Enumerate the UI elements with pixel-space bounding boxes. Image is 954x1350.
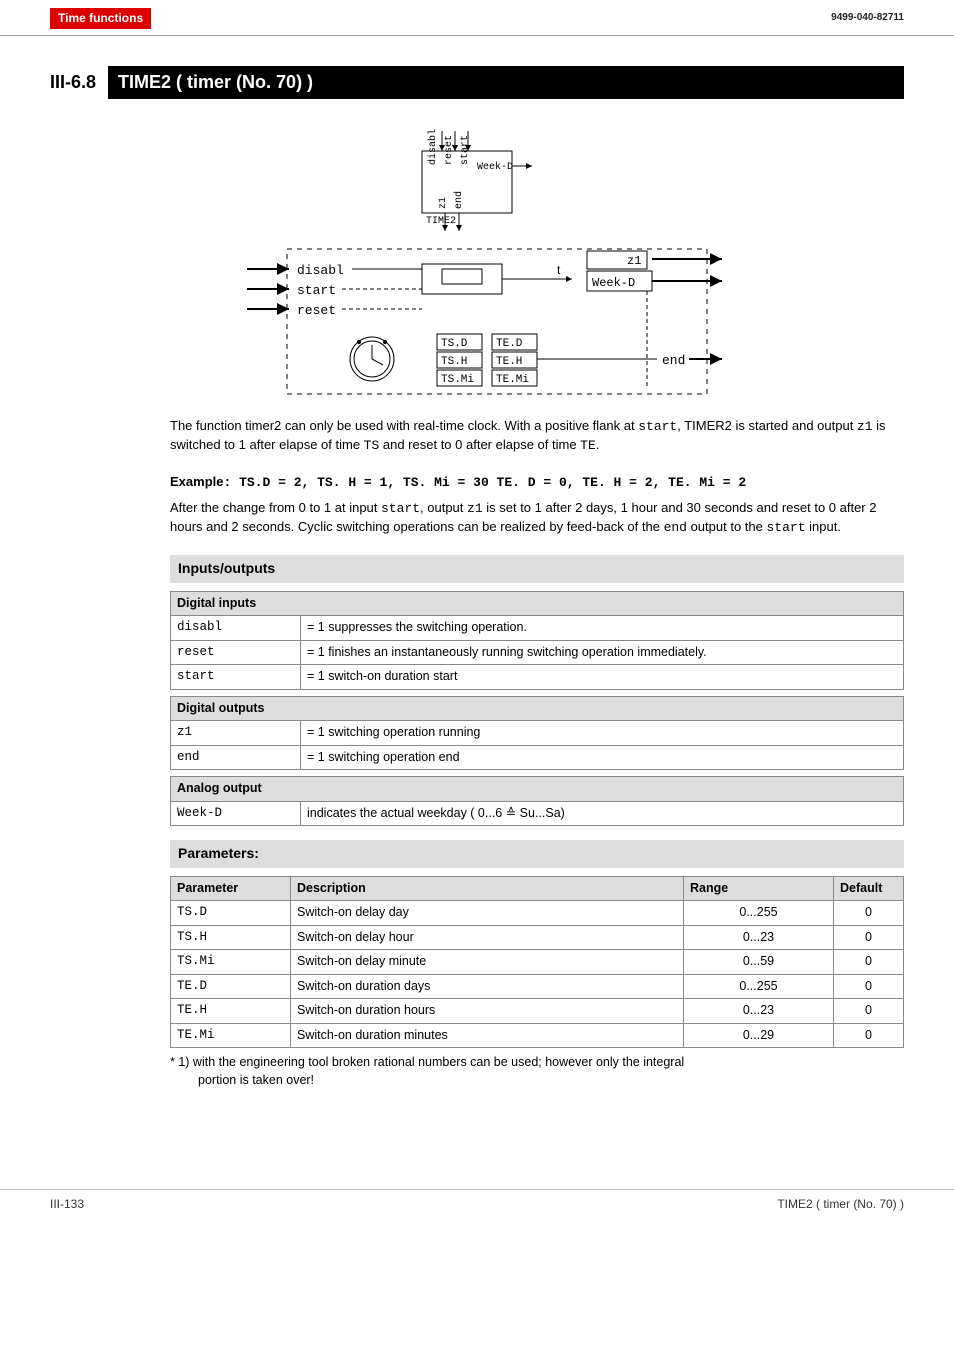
digital-outputs-table: Digital outputs z1= 1 switching operatio… xyxy=(170,696,904,771)
svg-text:disabl: disabl xyxy=(427,129,439,165)
table-row: end= 1 switching operation end xyxy=(171,745,904,770)
table-row: TE.MiSwitch-on duration minutes0...290 xyxy=(171,1023,904,1048)
col-parameter: Parameter xyxy=(171,876,291,901)
svg-text:Week-D: Week-D xyxy=(592,276,635,290)
svg-text:TE.D: TE.D xyxy=(496,338,523,350)
table-row: start= 1 switch-on duration start xyxy=(171,665,904,690)
col-default: Default xyxy=(834,876,904,901)
svg-text:end: end xyxy=(662,353,685,368)
table-row: TS.MiSwitch-on delay minute0...590 xyxy=(171,950,904,975)
digital-inputs-table: Digital inputs disabl= 1 suppresses the … xyxy=(170,591,904,690)
example-heading: Example: TS.D = 2, TS. H = 1, TS. Mi = 3… xyxy=(170,473,904,492)
svg-text:end: end xyxy=(453,191,465,209)
svg-text:z1: z1 xyxy=(438,197,449,209)
svg-text:TS.Mi: TS.Mi xyxy=(441,374,474,386)
svg-text:TS.H: TS.H xyxy=(441,356,467,368)
page-header: Time functions 9499-040-82711 xyxy=(0,0,954,36)
svg-text:TS.D: TS.D xyxy=(441,338,468,350)
section-title: TIME2 ( timer (No. 70) ) xyxy=(108,66,904,99)
svg-text:start: start xyxy=(460,135,471,165)
table-row: TS.HSwitch-on delay hour0...230 xyxy=(171,925,904,950)
do-header: Digital outputs xyxy=(171,696,904,721)
section-heading: III-6.8 TIME2 ( timer (No. 70) ) xyxy=(50,66,904,99)
diagram-container: TIME2 disabl reset start Week-D z1 end xyxy=(50,119,904,399)
svg-text:Week-D: Week-D xyxy=(477,161,513,173)
col-description: Description xyxy=(291,876,684,901)
svg-text:z1: z1 xyxy=(627,254,641,268)
svg-text:disabl: disabl xyxy=(297,263,344,278)
col-range: Range xyxy=(684,876,834,901)
svg-text:TE.H: TE.H xyxy=(496,356,522,368)
footer-left: III-133 xyxy=(50,1196,84,1213)
section-number: III-6.8 xyxy=(50,66,108,99)
header-category: Time functions xyxy=(50,8,151,29)
ao-header: Analog output xyxy=(171,777,904,802)
intro-paragraph: The function timer2 can only be used wit… xyxy=(170,417,904,455)
footnote: * 1) with the engineering tool broken ra… xyxy=(170,1054,904,1089)
io-heading: Inputs/outputs xyxy=(170,555,904,583)
table-row: reset= 1 finishes an instantaneously run… xyxy=(171,640,904,665)
table-row: disabl= 1 suppresses the switching opera… xyxy=(171,616,904,641)
parameters-table: Parameter Description Range Default TS.D… xyxy=(170,876,904,1049)
svg-text:reset: reset xyxy=(297,303,336,318)
di-header: Digital inputs xyxy=(171,591,904,616)
page-footer: III-133 TIME2 ( timer (No. 70) ) xyxy=(0,1189,954,1213)
table-row: TE.HSwitch-on duration hours0...230 xyxy=(171,999,904,1024)
table-row: Week-Dindicates the actual weekday ( 0..… xyxy=(171,801,904,826)
svg-text:reset: reset xyxy=(444,135,455,165)
footer-right: TIME2 ( timer (No. 70) ) xyxy=(777,1196,904,1213)
svg-text:TE.Mi: TE.Mi xyxy=(496,374,529,386)
diagram-svg: TIME2 disabl reset start Week-D z1 end xyxy=(197,119,757,399)
table-row: TE.DSwitch-on duration days0...2550 xyxy=(171,974,904,999)
params-heading: Parameters: xyxy=(170,840,904,868)
svg-text:start: start xyxy=(297,283,336,298)
example-paragraph: After the change from 0 to 1 at input st… xyxy=(170,499,904,537)
table-row: TS.DSwitch-on delay day0...2550 xyxy=(171,901,904,926)
svg-text:t: t xyxy=(557,263,561,277)
analog-output-table: Analog output Week-Dindicates the actual… xyxy=(170,776,904,826)
block-label: TIME2 xyxy=(426,216,456,227)
header-docnum: 9499-040-82711 xyxy=(831,11,904,25)
table-row: z1= 1 switching operation running xyxy=(171,721,904,746)
